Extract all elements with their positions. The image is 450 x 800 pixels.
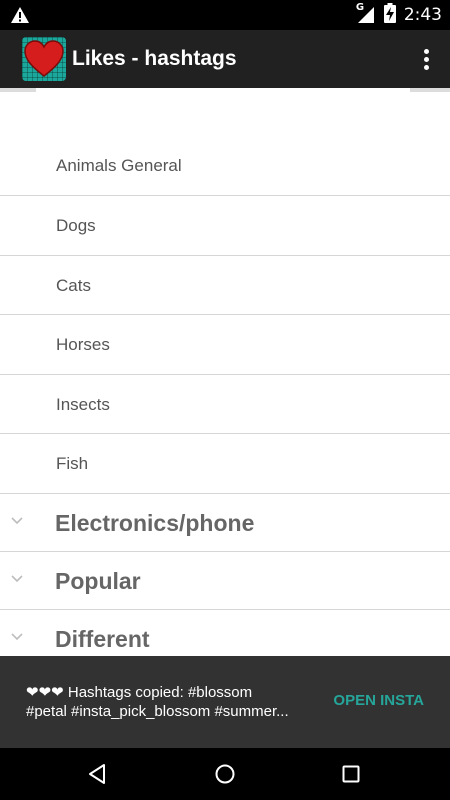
more-vert-icon[interactable] xyxy=(414,44,438,74)
chevron-down-icon xyxy=(11,517,23,525)
list-item[interactable]: Horses xyxy=(0,315,450,375)
list-item[interactable]: Insects xyxy=(0,375,450,435)
signal-icon: G xyxy=(355,2,376,25)
chevron-down-icon xyxy=(11,575,23,583)
overscroll-edge xyxy=(0,88,36,92)
snackbar-message: ❤❤❤ Hashtags copied: #blossom #petal #in… xyxy=(26,683,306,721)
list-item-label: Animals General xyxy=(56,156,182,175)
battery-charging-icon xyxy=(383,3,396,27)
heart-logo-icon xyxy=(22,37,66,81)
back-icon[interactable] xyxy=(84,760,112,788)
group-header-different[interactable]: Different xyxy=(0,610,450,656)
group-header-label: Popular xyxy=(55,567,141,594)
list-item[interactable]: Dogs xyxy=(0,196,450,256)
open-insta-button[interactable]: OPEN INSTA xyxy=(333,692,424,709)
list-item-label: Dogs xyxy=(56,216,96,235)
group-header-label: Electronics/phone xyxy=(55,509,255,536)
list-item[interactable]: Animals General xyxy=(0,136,450,196)
list-item-label: Cats xyxy=(56,276,91,295)
clock: 2:43 xyxy=(403,5,442,25)
snackbar: ❤❤❤ Hashtags copied: #blossom #petal #in… xyxy=(0,656,450,748)
snackbar-message-line: ❤❤❤ Hashtags copied: #blossom xyxy=(26,684,253,701)
list-item-label: Insects xyxy=(56,395,110,414)
status-bar: G 2:43 xyxy=(0,0,450,30)
home-icon[interactable] xyxy=(211,760,239,788)
status-icons: G 2:43 xyxy=(355,2,442,27)
snackbar-message-line: #petal #insta_pick_blossom #summer... xyxy=(26,703,289,720)
group-header-label: Different xyxy=(55,625,150,652)
app-title: Likes - hashtags xyxy=(72,47,237,70)
group-header-electronics[interactable]: Electronics/phone xyxy=(0,494,450,552)
list-item[interactable]: Fish xyxy=(0,434,450,494)
app-bar: Likes - hashtags xyxy=(0,30,450,88)
chevron-down-icon xyxy=(11,633,23,641)
overscroll-edge xyxy=(410,88,450,92)
group-header-popular[interactable]: Popular xyxy=(0,552,450,610)
network-type-label: G xyxy=(355,2,365,13)
recents-icon[interactable] xyxy=(337,760,365,788)
list-item[interactable]: Cats xyxy=(0,256,450,316)
navigation-bar xyxy=(0,748,450,800)
list-item-label: Horses xyxy=(56,335,110,354)
list-item-label: Fish xyxy=(56,454,89,473)
hashtag-list: Animals General Dogs Cats Horses Insects… xyxy=(0,88,450,656)
warning-icon xyxy=(10,6,30,24)
